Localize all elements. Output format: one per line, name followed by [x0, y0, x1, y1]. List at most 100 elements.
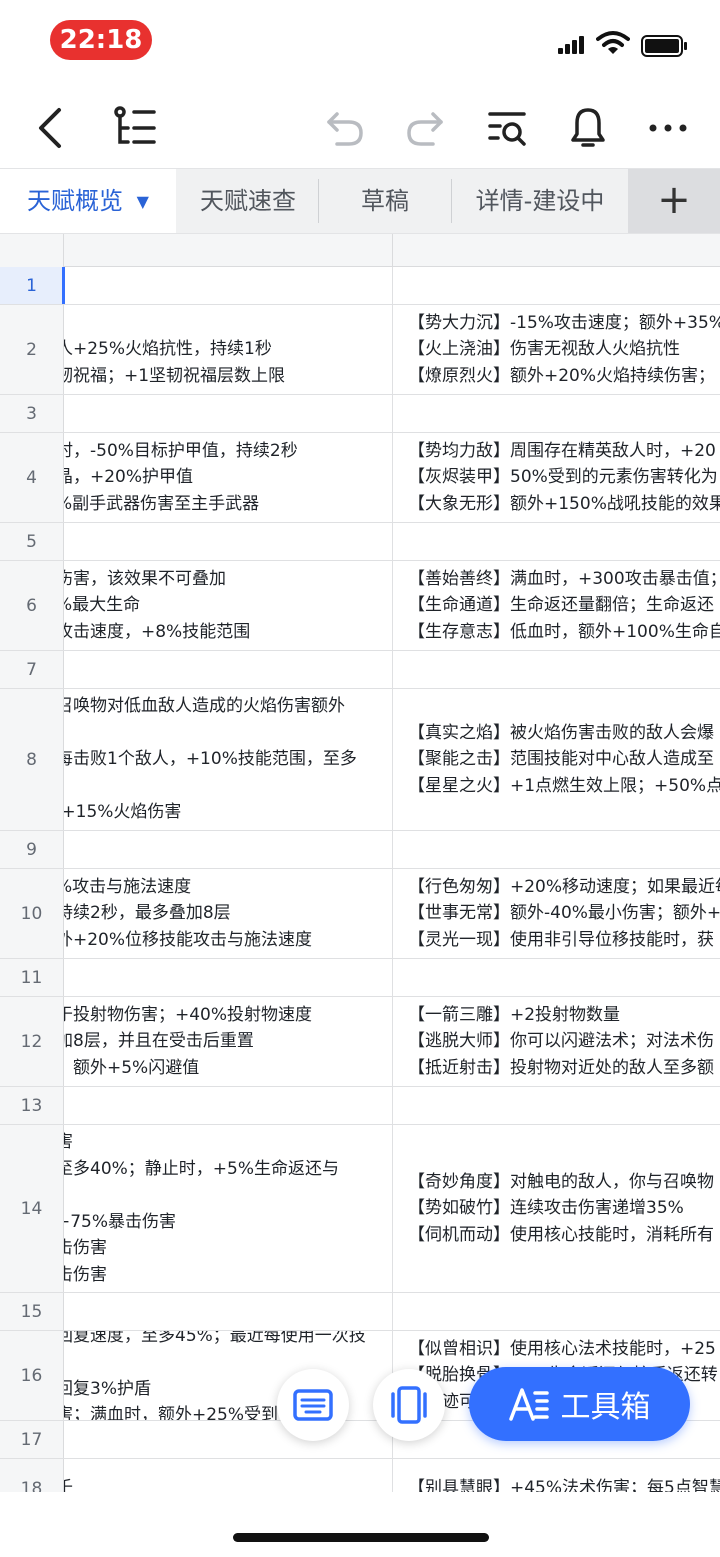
- row-number[interactable]: 8: [0, 689, 64, 830]
- row-number[interactable]: 11: [0, 959, 64, 996]
- cell-line: 【行色匆匆】+20%移动速度；如果最近每: [408, 876, 720, 897]
- select-all-corner[interactable]: [0, 234, 64, 267]
- cell-line: 晶，+20%护甲值: [64, 467, 194, 488]
- cell-description[interactable]: [64, 267, 393, 304]
- cell-line: 【势如破竹】连续攻击伤害递增35%: [408, 1198, 684, 1219]
- table-row[interactable]: 8 召唤物对低血敌人造成的火焰伤害额外 每击败1个敌人，+10%技能范围，至多 ,+1…: [0, 689, 720, 831]
- notification-button[interactable]: [560, 88, 616, 168]
- cell-description[interactable]: [64, 395, 393, 432]
- row-number[interactable]: 13: [0, 1087, 64, 1124]
- cell-talents[interactable]: [393, 831, 720, 868]
- table-row[interactable]: 9: [0, 831, 720, 869]
- cell-line: 【大象无形】额外+150%战吼技能的效果: [408, 493, 720, 514]
- cell-description[interactable]: 于投射物伤害；+40%投射物速度 加8层，并且在受击后重置 ，额外+5%闪避值: [64, 997, 393, 1086]
- dropdown-triangle-icon: ▼: [136, 192, 149, 211]
- cell-description[interactable]: 伤害，该效果不可叠加 %最大生命 攻击速度，+8%技能范围: [64, 561, 393, 650]
- row-number[interactable]: 4: [0, 433, 64, 522]
- keyboard-icon: [293, 1389, 333, 1421]
- spreadsheet-grid[interactable]: 12、人+25%火焰抗性，持续1秒韧祝福；+1坚韧祝福层数上限【势大力沉】-15…: [0, 234, 720, 1492]
- toolbox-button[interactable]: 工具箱: [469, 1367, 690, 1441]
- cell-description[interactable]: [64, 831, 393, 868]
- table-row[interactable]: 10 %攻击与施法速度 持续2秒，最多叠加8层 外+20%位移技能攻击与施法速度 【行色…: [0, 869, 720, 959]
- tab-draft[interactable]: 草稿: [319, 169, 451, 233]
- keyboard-button[interactable]: [277, 1369, 349, 1441]
- wifi-icon: [596, 31, 630, 54]
- tab-details[interactable]: 详情-建设中: [452, 169, 628, 233]
- cell-talents[interactable]: 【奇妙角度】对触电的敌人，你与召唤物 【势如破竹】连续攻击伤害递增35% 【伺机而动…: [393, 1125, 720, 1292]
- cell-description[interactable]: [64, 1087, 393, 1124]
- cell-talents[interactable]: [393, 959, 720, 996]
- cell-line: 【善始善终】满血时，+300攻击暴击值；: [408, 568, 720, 589]
- find-button[interactable]: [480, 88, 536, 168]
- cell-description[interactable]: [64, 651, 393, 688]
- tab-talent-overview[interactable]: 天赋概览 ▼: [0, 169, 176, 233]
- table-row[interactable]: 1: [0, 267, 720, 305]
- more-button[interactable]: [640, 88, 696, 168]
- cell-line: +75%暴击伤害: [64, 1211, 177, 1232]
- row-number[interactable]: 15: [0, 1293, 64, 1330]
- cell-line: 【火上浇油】伤害无视敌人火焰抗性: [408, 339, 680, 360]
- redo-button[interactable]: [398, 88, 452, 168]
- table-row[interactable]: 18千 【别具慧眼】+45%法术伤害；每5点智慧: [0, 1459, 720, 1492]
- cell-description[interactable]: 千: [64, 1459, 393, 1492]
- cell-talents[interactable]: [393, 523, 720, 560]
- cell-description[interactable]: [64, 1293, 393, 1330]
- cell-line: 【势大力沉】-15%攻击速度；额外+35%: [408, 312, 720, 333]
- table-row[interactable]: 15: [0, 1293, 720, 1331]
- cell-line: 时，-50%目标护甲值，持续2秒: [64, 440, 298, 461]
- cell-talents[interactable]: [393, 1293, 720, 1330]
- undo-button[interactable]: [318, 88, 372, 168]
- table-row[interactable]: 7: [0, 651, 720, 689]
- table-row[interactable]: 12 于投射物伤害；+40%投射物速度 加8层，并且在受击后重置 ，额外+5%闪避值 【…: [0, 997, 720, 1087]
- cell-description[interactable]: 召唤物对低血敌人造成的火焰伤害额外 每击败1个敌人，+10%技能范围，至多 ,+15…: [64, 689, 393, 830]
- table-row[interactable]: 14害至多40%；静止时，+5%生命返还与+75%暴击伤害击伤害击伤害【奇妙角度…: [0, 1125, 720, 1293]
- row-number[interactable]: 10: [0, 869, 64, 958]
- table-row[interactable]: 3: [0, 395, 720, 433]
- table-row[interactable]: 6 伤害，该效果不可叠加 %最大生命 攻击速度，+8%技能范围 【善始善终】满血时，+3…: [0, 561, 720, 651]
- cell-talents[interactable]: 【势大力沉】-15%攻击速度；额外+35% 【火上浇油】伤害无视敌人火焰抗性 【燎原…: [393, 305, 720, 394]
- cell-talents[interactable]: [393, 1087, 720, 1124]
- cell-line: %攻击与施法速度: [64, 876, 192, 897]
- row-number[interactable]: 3: [0, 395, 64, 432]
- cell-talents[interactable]: [393, 395, 720, 432]
- row-number[interactable]: 5: [0, 523, 64, 560]
- table-row[interactable]: 11: [0, 959, 720, 997]
- cell-talents[interactable]: 【别具慧眼】+45%法术伤害；每5点智慧: [393, 1459, 720, 1492]
- row-number[interactable]: 6: [0, 561, 64, 650]
- cell-line: 【抵近射击】投射物对近处的敌人至多额: [408, 1057, 714, 1078]
- cell-description[interactable]: %攻击与施法速度 持续2秒，最多叠加8层 外+20%位移技能攻击与施法速度: [64, 869, 393, 958]
- cell-talents[interactable]: 【善始善终】满血时，+300攻击暴击值； 【生命通道】生命返还量翻倍；生命返还 【生…: [393, 561, 720, 650]
- cell-talents[interactable]: 【一箭三雕】+2投射物数量 【逃脱大师】你可以闪避法术；对法术伤 【抵近射击】投射物…: [393, 997, 720, 1086]
- add-sheet-button[interactable]: +: [628, 169, 720, 233]
- cell-description[interactable]: 、人+25%火焰抗性，持续1秒韧祝福；+1坚韧祝福层数上限: [64, 305, 393, 394]
- cell-description[interactable]: 害至多40%；静止时，+5%生命返还与+75%暴击伤害击伤害击伤害: [64, 1125, 393, 1292]
- cell-talents[interactable]: [393, 651, 720, 688]
- cell-card-button[interactable]: [373, 1369, 445, 1441]
- row-number[interactable]: 9: [0, 831, 64, 868]
- table-row[interactable]: 2、人+25%火焰抗性，持续1秒韧祝福；+1坚韧祝福层数上限【势大力沉】-15%…: [0, 305, 720, 395]
- cell-talents[interactable]: 【真实之焰】被火焰伤害击败的敌人会爆 【聚能之击】范围技能对中心敌人造成至 【星星之…: [393, 689, 720, 830]
- cell-line: 【伺机而动】使用核心技能时，消耗所有: [408, 1224, 714, 1245]
- cell-talents[interactable]: 【行色匆匆】+20%移动速度；如果最近每 【世事无常】额外-40%最小伤害；额外+…: [393, 869, 720, 958]
- table-row[interactable]: 4 时，-50%目标护甲值，持续2秒 晶，+20%护甲值 %副手武器伤害至主手武器 【势…: [0, 433, 720, 523]
- row-number[interactable]: 2: [0, 305, 64, 394]
- row-number[interactable]: 7: [0, 651, 64, 688]
- table-row[interactable]: 13: [0, 1087, 720, 1125]
- cell-line: 【生命通道】生命返还量翻倍；生命返还: [408, 595, 714, 616]
- tab-talent-lookup[interactable]: 天赋速查: [178, 169, 318, 233]
- cell-line: 于投射物伤害；+40%投射物速度: [64, 1004, 313, 1025]
- row-number[interactable]: 12: [0, 997, 64, 1086]
- cell-talents[interactable]: 【势均力敌】周围存在精英敌人时，+20 【灰烬装甲】50%受到的元素伤害转化为 【大…: [393, 433, 720, 522]
- row-number[interactable]: 1: [0, 267, 65, 304]
- cell-description[interactable]: [64, 959, 393, 996]
- row-number[interactable]: 14: [0, 1125, 64, 1292]
- table-row[interactable]: 5: [0, 523, 720, 561]
- cell-line: 【真实之焰】被火焰伤害击败的敌人会爆: [408, 722, 714, 743]
- outline-button[interactable]: [103, 88, 163, 168]
- row-number[interactable]: 18: [0, 1459, 64, 1492]
- cell-description[interactable]: [64, 523, 393, 560]
- back-button[interactable]: [20, 88, 80, 168]
- cell-description[interactable]: 时，-50%目标护甲值，持续2秒 晶，+20%护甲值 %副手武器伤害至主手武器: [64, 433, 393, 522]
- floating-actions: 工具箱: [0, 1365, 720, 1445]
- cell-talents[interactable]: [393, 267, 720, 304]
